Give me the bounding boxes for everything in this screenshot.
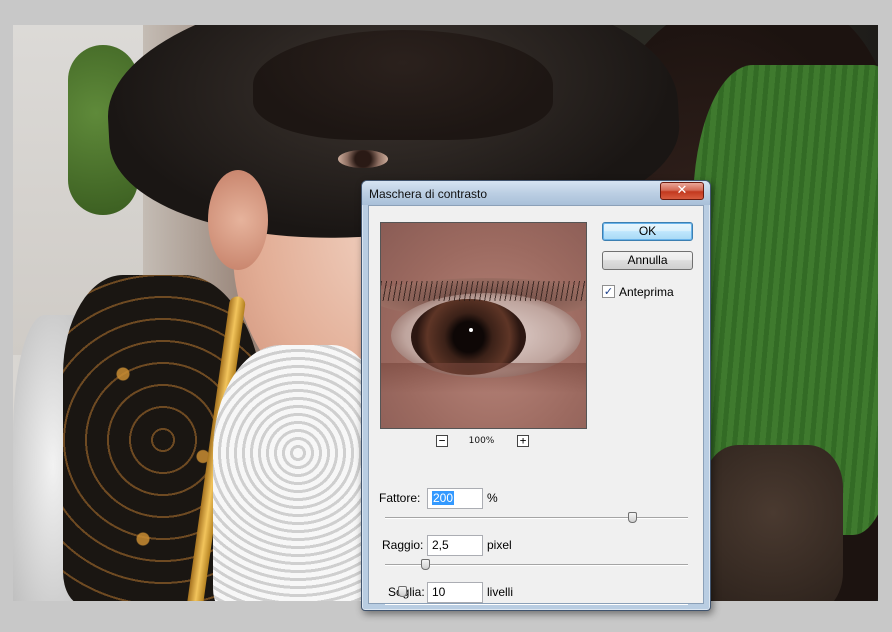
ok-button[interactable]: OK <box>602 222 693 241</box>
checkmark-icon: ✓ <box>603 285 614 298</box>
preview-image[interactable] <box>380 222 587 429</box>
zoom-out-button[interactable]: − <box>436 435 448 447</box>
amount-input[interactable]: 200 <box>427 488 483 509</box>
radius-value: 2,5 <box>432 538 449 552</box>
dialog-body: − 100% + OK Annulla ✓ Anteprima Fattore:… <box>368 205 704 605</box>
radius-unit: pixel <box>487 538 512 552</box>
amount-slider-thumb[interactable] <box>628 512 637 523</box>
threshold-slider-track[interactable] <box>385 604 688 605</box>
dialog-title: Maschera di contrasto <box>369 187 488 201</box>
threshold-slider-thumb[interactable] <box>398 586 407 597</box>
radius-slider-thumb[interactable] <box>421 559 430 570</box>
close-icon: ✕ <box>676 183 688 198</box>
amount-value: 200 <box>432 491 455 505</box>
amount-unit: % <box>487 491 498 505</box>
amount-label: Fattore: <box>379 491 421 505</box>
radius-label: Raggio: <box>382 538 424 552</box>
radius-slider-track[interactable] <box>385 564 688 566</box>
minus-icon: − <box>438 434 446 447</box>
radius-input[interactable]: 2,5 <box>427 535 483 556</box>
amount-slider-track[interactable] <box>385 517 688 519</box>
preview-checkbox[interactable]: ✓ <box>602 285 615 298</box>
plus-icon: + <box>519 434 527 447</box>
threshold-value: 10 <box>432 585 446 599</box>
close-button[interactable]: ✕ <box>660 182 704 200</box>
cancel-button[interactable]: Annulla <box>602 251 693 270</box>
dialog-titlebar[interactable]: Maschera di contrasto ✕ <box>362 181 710 205</box>
threshold-unit: livelli <box>487 585 514 599</box>
zoom-level: 100% <box>468 436 495 446</box>
unsharp-mask-dialog: Maschera di contrasto ✕ − 100% + OK Annu… <box>361 180 711 611</box>
zoom-in-button[interactable]: + <box>517 435 529 447</box>
preview-checkbox-label: Anteprima <box>619 285 674 299</box>
threshold-input[interactable]: 10 <box>427 582 483 603</box>
